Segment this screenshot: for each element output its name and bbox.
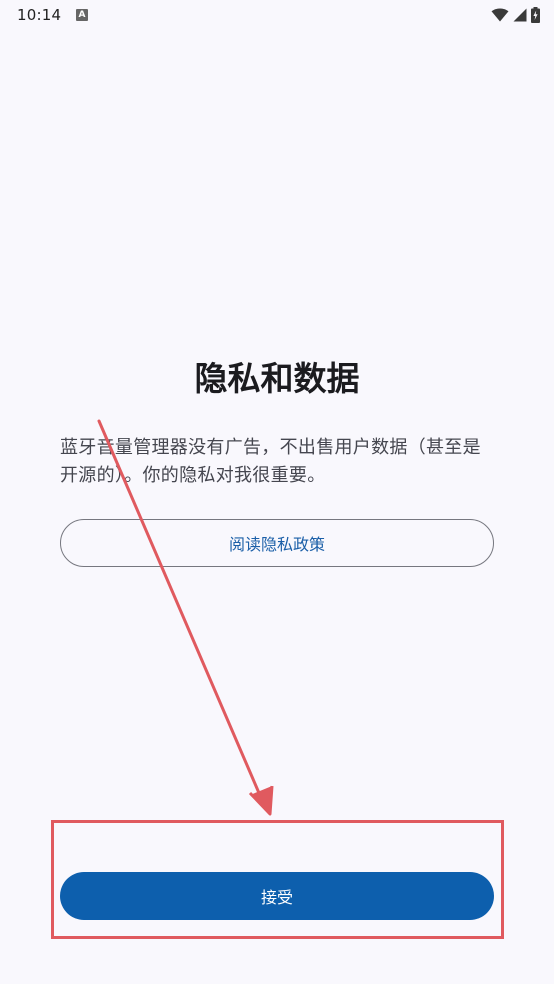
battery-charging-icon xyxy=(531,7,540,23)
wifi-icon xyxy=(491,8,509,22)
read-privacy-policy-label: 阅读隐私政策 xyxy=(228,535,325,554)
accept-label: 接受 xyxy=(260,888,293,907)
read-privacy-policy-button[interactable]: 阅读隐私政策 xyxy=(60,519,494,567)
status-icons xyxy=(491,6,540,24)
status-bar: 10:14 A xyxy=(0,0,554,32)
status-time: 10:14 xyxy=(17,6,62,24)
annotation-arrow xyxy=(97,419,274,816)
a-letter-icon: A xyxy=(76,9,88,21)
signal-icon xyxy=(513,8,527,22)
accept-button[interactable]: 接受 xyxy=(60,872,494,920)
page-description: 蓝牙音量管理器没有广告，不出售用户数据（甚至是开源的）。你的隐私对我很重要。 xyxy=(60,437,481,486)
page-title: 隐私和数据 xyxy=(194,359,360,398)
